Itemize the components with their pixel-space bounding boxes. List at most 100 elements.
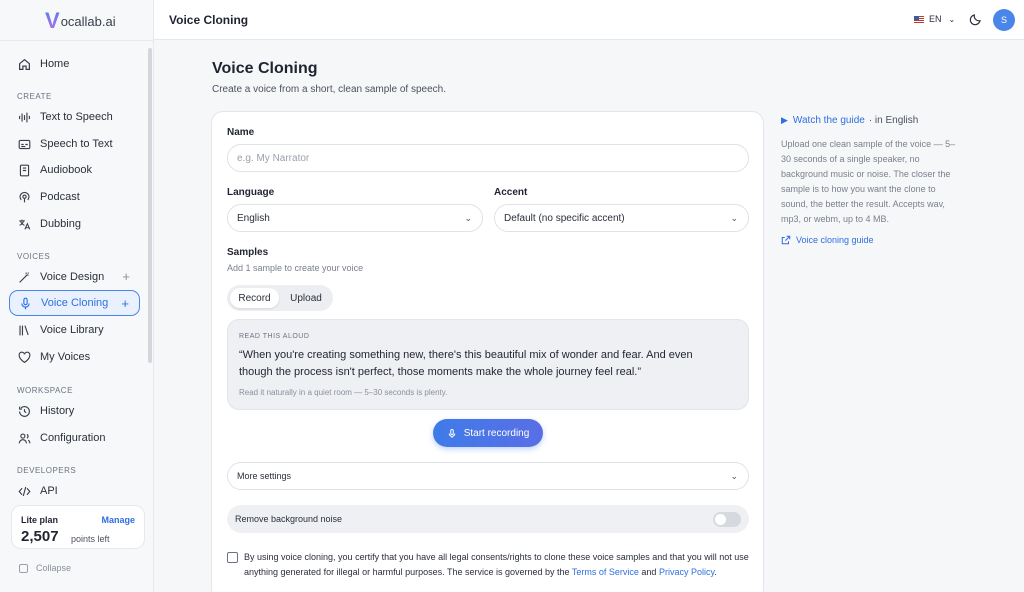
- more-settings-label: More settings: [237, 471, 292, 481]
- voice-cloning-guide-link[interactable]: Voice cloning guide: [781, 235, 874, 245]
- book-icon: [18, 164, 31, 177]
- sidebar-item-dubbing[interactable]: Dubbing: [9, 211, 140, 237]
- watch-guide-link[interactable]: ▶ Watch the guide · in English: [781, 115, 918, 126]
- play-icon: ▶: [781, 115, 788, 125]
- sidebar-item-label: Audiobook: [40, 164, 92, 176]
- section-label-voices: VOICES: [17, 252, 51, 261]
- sidebar-item-label: Configuration: [40, 432, 106, 444]
- sidebar-item-audiobook[interactable]: Audiobook: [9, 157, 140, 183]
- sidebar-item-label: Speech to Text: [40, 138, 113, 150]
- language-select[interactable]: English ⌄: [227, 204, 483, 232]
- caption-icon: [18, 138, 31, 151]
- language-value: English: [237, 212, 270, 224]
- terms-of-service-link[interactable]: Terms of Service: [572, 567, 639, 577]
- collapse-icon: [19, 563, 28, 573]
- start-recording-button[interactable]: Start recording: [433, 419, 543, 447]
- sidebar-item-history[interactable]: History: [9, 398, 140, 424]
- plan-card: Lite plan Manage 2,507 points left: [11, 505, 145, 549]
- language-selector[interactable]: EN ⌄: [914, 14, 955, 24]
- accent-value: Default (no specific accent): [504, 212, 625, 224]
- sidebar-item-voice-design[interactable]: Voice Design +: [9, 264, 140, 290]
- sidebar-item-voice-cloning[interactable]: Voice Cloning +: [9, 290, 140, 316]
- library-icon: [18, 324, 31, 337]
- language-label: Language: [227, 187, 275, 198]
- read-aloud-label: READ THIS ALOUD: [239, 333, 310, 340]
- consent-end: .: [714, 567, 717, 577]
- voice-clone-form: Name Language English ⌄ Accent Default (…: [211, 111, 764, 592]
- chevron-down-icon: ⌄: [948, 14, 956, 24]
- chevron-down-icon: ⌄: [730, 471, 738, 481]
- wand-icon: [18, 271, 31, 284]
- collapse-button[interactable]: Collapse: [19, 563, 71, 573]
- plus-icon[interactable]: +: [122, 269, 130, 284]
- section-label-developers: DEVELOPERS: [17, 466, 77, 475]
- home-icon: [18, 58, 31, 71]
- sidebar-item-label: Voice Library: [40, 324, 104, 336]
- voice-cloning-guide-label: Voice cloning guide: [796, 235, 874, 245]
- code-icon: [18, 485, 31, 498]
- logo[interactable]: V ocallab.ai: [45, 8, 116, 32]
- sidebar-scrollbar[interactable]: [148, 48, 152, 363]
- consent-and: and: [641, 567, 657, 577]
- sidebar-item-label: Dubbing: [40, 218, 81, 230]
- read-aloud-hint: Read it naturally in a quiet room — 5–30…: [239, 388, 448, 397]
- page-subtitle: Create a voice from a short, clean sampl…: [212, 84, 447, 95]
- sidebar-item-text-to-speech[interactable]: Text to Speech: [9, 104, 140, 130]
- podcast-icon: [18, 191, 31, 204]
- waveform-icon: [18, 111, 31, 124]
- noise-removal-label: Remove background noise: [235, 514, 343, 524]
- users-icon: [18, 432, 31, 445]
- name-label: Name: [227, 127, 255, 138]
- heart-icon: [18, 351, 31, 364]
- name-input[interactable]: [237, 152, 748, 164]
- manage-plan-link[interactable]: Manage: [101, 515, 135, 525]
- more-settings-toggle[interactable]: More settings ⌄: [227, 462, 749, 490]
- top-bar: Voice Cloning EN ⌄ S: [154, 0, 1024, 40]
- page-header-title: Voice Cloning: [169, 13, 249, 27]
- privacy-policy-link[interactable]: Privacy Policy: [659, 567, 714, 577]
- chevron-down-icon: ⌄: [730, 213, 738, 223]
- sidebar-item-podcast[interactable]: Podcast: [9, 184, 140, 210]
- sidebar: V ocallab.ai Home CREATE Text to Speech …: [0, 0, 154, 592]
- guide-text: Upload one clean sample of the voice — 5…: [781, 139, 956, 224]
- moon-icon[interactable]: [969, 13, 982, 26]
- accent-select[interactable]: Default (no specific accent) ⌄: [494, 204, 749, 232]
- sidebar-item-label: Voice Design: [40, 271, 105, 283]
- collapse-label: Collapse: [36, 563, 72, 573]
- chevron-down-icon: ⌄: [464, 213, 472, 223]
- sidebar-item-voice-library[interactable]: Voice Library: [9, 317, 140, 343]
- start-recording-label: Start recording: [463, 427, 530, 439]
- plus-icon[interactable]: +: [121, 296, 129, 311]
- sample-source-tabs: Record Upload: [227, 285, 333, 311]
- sidebar-item-api[interactable]: API: [9, 478, 140, 504]
- sidebar-item-my-voices[interactable]: My Voices: [9, 344, 140, 370]
- plan-name: Lite plan: [21, 515, 59, 525]
- consent-checkbox[interactable]: [227, 552, 238, 563]
- watch-guide-label: Watch the guide: [792, 115, 865, 126]
- accent-label: Accent: [494, 187, 528, 198]
- mic-icon: [19, 297, 32, 310]
- external-link-icon: [781, 235, 791, 245]
- sidebar-item-label: Voice Cloning: [41, 297, 109, 309]
- samples-hint: Add 1 sample to create your voice: [227, 263, 364, 273]
- sidebar-item-label: My Voices: [40, 351, 91, 363]
- samples-label: Samples: [227, 247, 269, 258]
- watch-guide-language: · in English: [868, 115, 919, 126]
- noise-removal-toggle[interactable]: [713, 512, 741, 527]
- sidebar-item-label: Podcast: [40, 191, 80, 203]
- read-aloud-text: “When you're creating something new, the…: [239, 349, 693, 378]
- tab-upload[interactable]: Upload: [282, 288, 330, 308]
- logo-text: ocallab.ai: [60, 14, 116, 29]
- avatar[interactable]: S: [993, 9, 1015, 31]
- sidebar-item-home[interactable]: Home: [9, 51, 140, 77]
- name-field[interactable]: [227, 144, 749, 172]
- sidebar-item-label: History: [40, 405, 75, 417]
- sidebar-item-configuration[interactable]: Configuration: [9, 425, 140, 451]
- sidebar-item-label: Home: [40, 58, 70, 70]
- sidebar-divider: [0, 40, 154, 41]
- section-label-create: CREATE: [17, 92, 52, 101]
- page-title: Voice Cloning: [212, 60, 318, 77]
- points-count: 2,507: [21, 528, 59, 545]
- sidebar-item-speech-to-text[interactable]: Speech to Text: [9, 131, 140, 157]
- tab-record[interactable]: Record: [230, 288, 279, 308]
